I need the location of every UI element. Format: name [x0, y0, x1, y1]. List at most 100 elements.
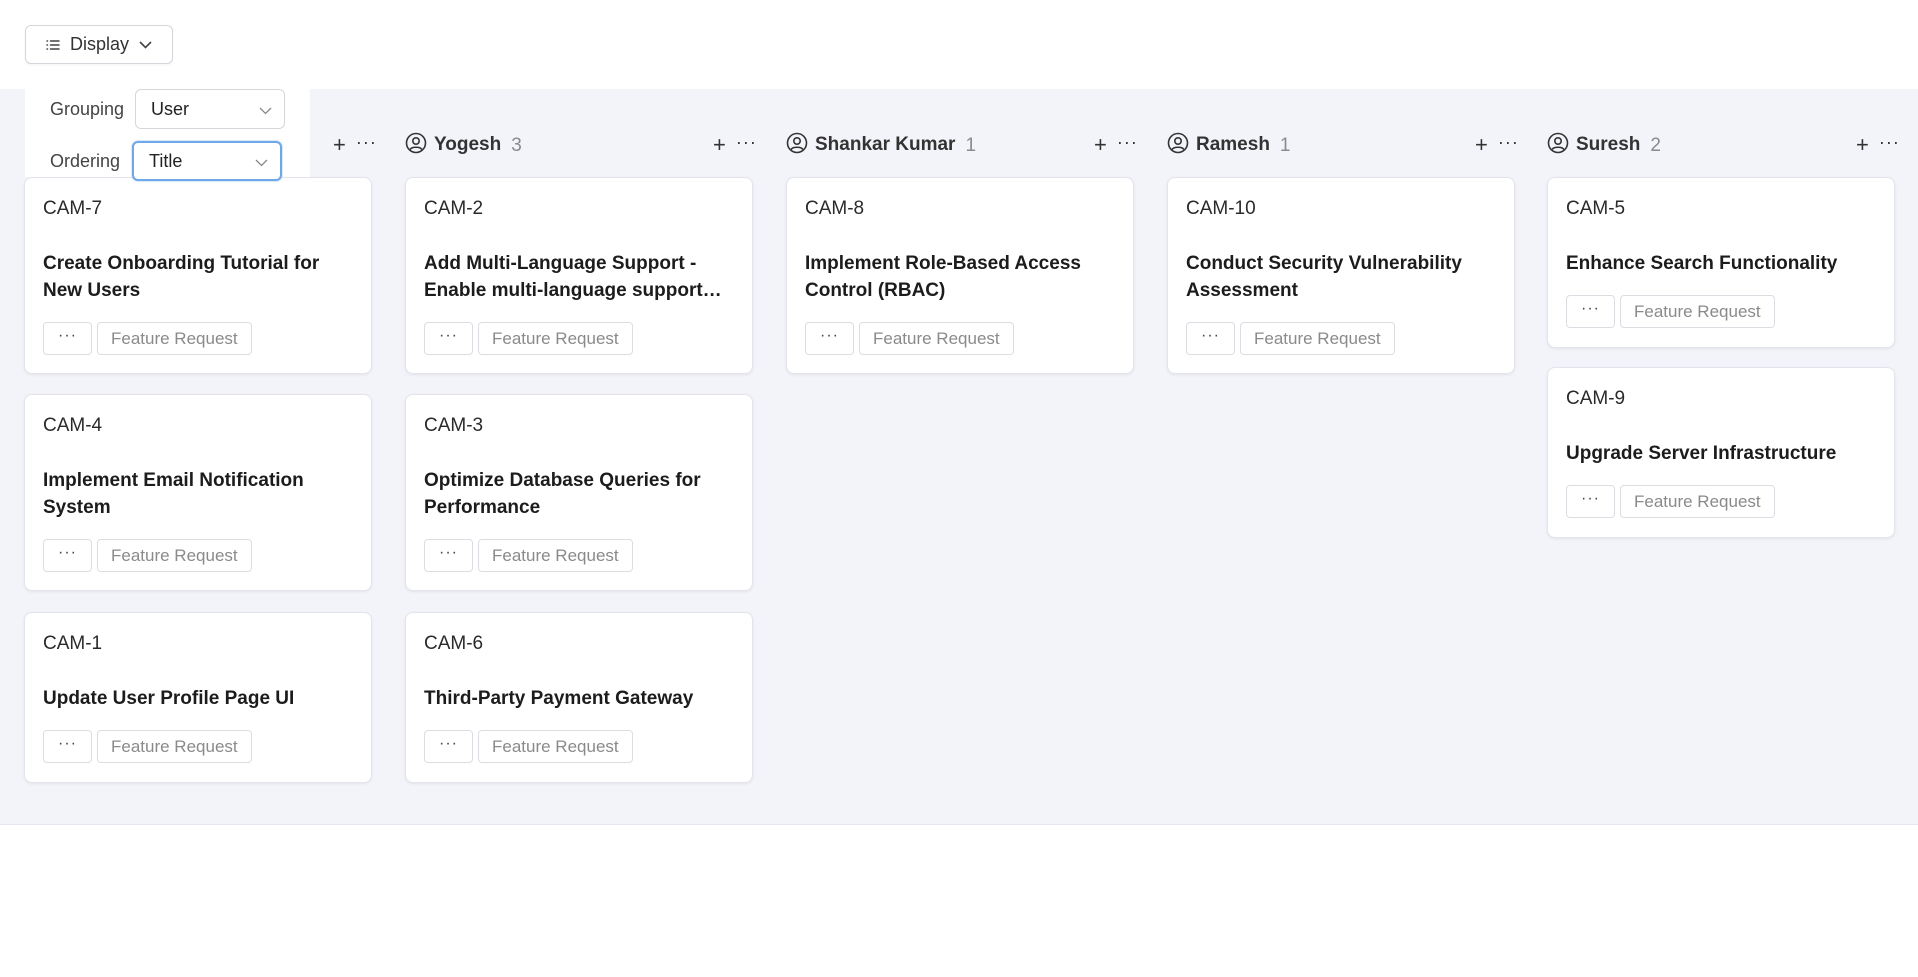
card-tags: ··· Feature Request [1566, 295, 1775, 328]
column-header-shankar-kumar: Shankar Kumar 1 [786, 130, 976, 160]
display-button-label: Display [70, 34, 130, 54]
label-tag: Feature Request [478, 730, 633, 763]
card-tags: ··· Feature Request [805, 322, 1014, 355]
more-horizontal-icon[interactable]: ··· [1879, 133, 1900, 151]
issue-card[interactable]: CAM-3 Optimize Database Queries for Perf… [405, 394, 753, 591]
more-horizontal-icon[interactable]: ··· [43, 539, 92, 572]
plus-icon[interactable]: + [1094, 134, 1107, 156]
column-actions: + ··· [1094, 130, 1138, 160]
column-title: Suresh [1576, 134, 1641, 155]
user-circle-icon [1547, 132, 1569, 159]
more-horizontal-icon[interactable]: ··· [1498, 133, 1519, 151]
grouping-label: Grouping [50, 98, 125, 119]
label-tag: Feature Request [859, 322, 1014, 355]
issue-card[interactable]: CAM-10 Conduct Security Vulnerability As… [1167, 177, 1515, 374]
more-horizontal-icon[interactable]: ··· [736, 133, 757, 151]
column-title: Shankar Kumar [815, 134, 956, 155]
column-actions: + ··· [713, 130, 757, 160]
more-horizontal-icon[interactable]: ··· [1566, 295, 1615, 328]
more-horizontal-icon[interactable]: ··· [356, 133, 377, 151]
issue-id: CAM-7 [43, 198, 103, 219]
ordering-value: Title [149, 150, 183, 171]
card-tags: ··· Feature Request [43, 730, 252, 763]
issue-id: CAM-9 [1566, 388, 1626, 409]
issue-id: CAM-6 [424, 633, 484, 654]
issue-title: Enhance Search Functionality [1566, 253, 1838, 274]
column-count: 1 [965, 135, 977, 156]
user-circle-icon [786, 132, 808, 159]
issue-title: Optimize Database Queries for Performanc… [424, 470, 701, 518]
issue-card[interactable]: CAM-9 Upgrade Server Infrastructure ··· … [1547, 367, 1895, 538]
column-actions: + ··· [333, 130, 377, 160]
issue-card[interactable]: CAM-7 Create Onboarding Tutorial for New… [24, 177, 372, 374]
card-tags: ··· Feature Request [1566, 485, 1775, 518]
grouping-value: User [151, 98, 190, 119]
label-tag: Feature Request [1240, 322, 1395, 355]
ordering-row: Ordering Title [25, 141, 282, 181]
issue-card[interactable]: CAM-8 Implement Role-Based Access Contro… [786, 177, 1134, 374]
plus-icon[interactable]: + [1475, 134, 1488, 156]
issue-card[interactable]: CAM-4 Implement Email Notification Syste… [24, 394, 372, 591]
issue-id: CAM-3 [424, 415, 484, 436]
plus-icon[interactable]: + [713, 134, 726, 156]
issue-id: CAM-4 [43, 415, 103, 436]
more-horizontal-icon[interactable]: ··· [424, 730, 473, 763]
more-horizontal-icon[interactable]: ··· [424, 539, 473, 572]
top-toolbar: Display [0, 0, 1918, 89]
issue-card[interactable]: CAM-6 Third-Party Payment Gateway ··· Fe… [405, 612, 753, 783]
issue-id: CAM-10 [1186, 198, 1256, 219]
label-tag: Feature Request [478, 322, 633, 355]
issue-title: Update User Profile Page UI [43, 688, 295, 709]
more-horizontal-icon[interactable]: ··· [1566, 485, 1615, 518]
card-tags: ··· Feature Request [43, 539, 252, 572]
column-count: 3 [511, 135, 522, 156]
column-header-ramesh: Ramesh 1 [1167, 130, 1291, 160]
card-tags: ··· Feature Request [424, 730, 633, 763]
issue-title: Upgrade Server Infrastructure [1566, 443, 1837, 464]
issue-title: Add Multi-Language Support - Enable mult… [424, 253, 722, 301]
issue-id: CAM-8 [805, 198, 865, 219]
column-actions: + ··· [1475, 130, 1519, 160]
issue-title: Implement Email Notification System [43, 470, 304, 518]
more-horizontal-icon[interactable]: ··· [1117, 133, 1138, 151]
grouping-row: Grouping User [25, 89, 285, 129]
column-actions: + ··· [1856, 130, 1900, 160]
more-horizontal-icon[interactable]: ··· [43, 730, 92, 763]
user-circle-icon [405, 132, 427, 159]
display-options-panel: Grouping User Ordering Title [25, 89, 310, 181]
issue-id: CAM-2 [424, 198, 484, 219]
card-tags: ··· Feature Request [1186, 322, 1395, 355]
user-circle-icon [1167, 132, 1189, 159]
ordering-label: Ordering [50, 150, 121, 171]
plus-icon[interactable]: + [333, 134, 346, 156]
label-tag: Feature Request [478, 539, 633, 572]
grouping-select[interactable]: User [135, 89, 285, 129]
issue-card[interactable]: CAM-5 Enhance Search Functionality ··· F… [1547, 177, 1895, 348]
issue-card[interactable]: CAM-1 Update User Profile Page UI ··· Fe… [24, 612, 372, 783]
more-horizontal-icon[interactable]: ··· [1186, 322, 1235, 355]
label-tag: Feature Request [1620, 485, 1775, 518]
card-tags: ··· Feature Request [424, 539, 633, 572]
more-horizontal-icon[interactable]: ··· [43, 322, 92, 355]
column-count: 2 [1650, 135, 1661, 156]
issue-title: Third-Party Payment Gateway [424, 688, 694, 709]
ordering-select[interactable]: Title [132, 141, 282, 181]
display-button[interactable]: Display [25, 25, 173, 64]
issue-id: CAM-5 [1566, 198, 1626, 219]
card-tags: ··· Feature Request [424, 322, 633, 355]
issue-id: CAM-1 [43, 633, 103, 654]
issue-card[interactable]: CAM-2 Add Multi-Language Support - Enabl… [405, 177, 753, 374]
more-horizontal-icon[interactable]: ··· [805, 322, 854, 355]
label-tag: Feature Request [1620, 295, 1775, 328]
issue-title: Conduct Security Vulnerability Assessmen… [1186, 253, 1462, 301]
label-tag: Feature Request [97, 322, 252, 355]
plus-icon[interactable]: + [1856, 134, 1869, 156]
card-tags: ··· Feature Request [43, 322, 252, 355]
more-horizontal-icon[interactable]: ··· [424, 322, 473, 355]
issue-title: Implement Role-Based Access Control (RBA… [805, 253, 1081, 301]
chevron-down-icon [139, 40, 152, 49]
column-header-suresh: Suresh 2 [1547, 130, 1661, 160]
list-icon [46, 39, 60, 51]
issue-title: Create Onboarding Tutorial for New Users [43, 253, 320, 301]
column-title: Yogesh [434, 134, 502, 155]
